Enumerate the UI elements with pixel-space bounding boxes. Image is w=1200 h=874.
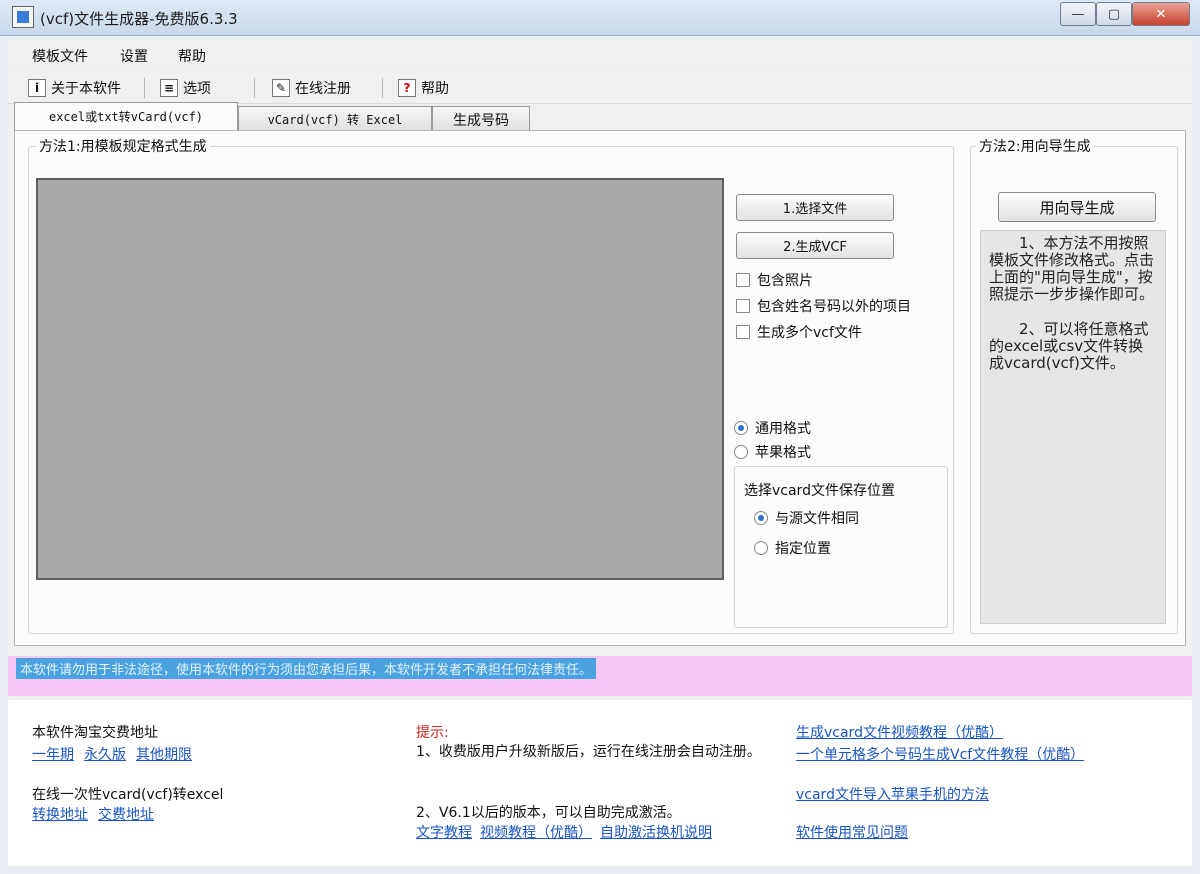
tab-vcard-to-excel[interactable]: vCard(vcf) 转 Excel (238, 106, 432, 132)
tips-links: 文字教程 视频教程（优酷） 自助激活换机说明 (416, 822, 712, 842)
wizard-hint-1: 1、本方法不用按照模板文件修改格式。点击上面的"用向导生成"，按照提示一步步操作… (989, 234, 1155, 303)
faq-link[interactable]: 软件使用常见问题 (796, 822, 908, 842)
wizard-button[interactable]: 用向导生成 (998, 192, 1156, 222)
method1-title: 方法1:用模板规定格式生成 (36, 136, 210, 156)
format-general-label: 通用格式 (755, 421, 811, 437)
about-button[interactable]: i 关于本软件 (28, 78, 121, 98)
format-apple-radio[interactable]: 苹果格式 (734, 442, 811, 462)
save-same-label: 与源文件相同 (775, 511, 859, 527)
app-icon (12, 6, 34, 28)
format-apple-label: 苹果格式 (755, 445, 811, 461)
radio-selected (754, 511, 768, 525)
toolbar-separator (382, 78, 383, 98)
tips-line-2: 2、V6.1以后的版本，可以自助完成激活。 (416, 805, 681, 821)
online-links: 转换地址 交费地址 (32, 804, 154, 824)
tips-line-1: 1、收费版用户升级新版后，运行在线注册会自动注册。 (416, 744, 761, 760)
options-button[interactable]: ≡ 选项 (160, 78, 211, 98)
include-extra-fields-label: 包含姓名号码以外的项目 (757, 299, 911, 315)
tab-excel-to-vcard[interactable]: excel或txt转vCard(vcf) (14, 102, 238, 130)
radio-unselected (754, 541, 768, 555)
toolbar-separator (254, 78, 255, 98)
disclaimer-text: 本软件请勿用于非法途径，使用本软件的行为须由您承担后果，本软件开发者不承担任何法… (16, 658, 597, 679)
generate-vcf-button[interactable]: 2.生成VCF (736, 232, 894, 259)
menu-settings[interactable]: 设置 (120, 46, 148, 66)
help-icon: ? (398, 79, 416, 97)
help-label: 帮助 (421, 81, 449, 97)
tips-title: 提示: (416, 725, 449, 741)
radio-unselected (734, 445, 748, 459)
menu-help[interactable]: 帮助 (178, 46, 206, 66)
save-custom-label: 指定位置 (775, 541, 831, 557)
taobao-links: 一年期 永久版 其他期限 (32, 744, 192, 764)
checkbox-box (736, 299, 750, 313)
multiple-vcf-label: 生成多个vcf文件 (757, 325, 862, 341)
register-button[interactable]: ✎ 在线注册 (272, 78, 351, 98)
convert-address-link[interactable]: 转换地址 (32, 804, 88, 824)
about-label: 关于本软件 (51, 81, 121, 97)
options-label: 选项 (183, 81, 211, 97)
include-extra-fields-checkbox[interactable]: 包含姓名号码以外的项目 (736, 296, 911, 316)
toolbar: i 关于本软件 ≡ 选项 ✎ 在线注册 ? 帮助 (8, 70, 1192, 104)
radio-selected (734, 421, 748, 435)
include-photo-checkbox[interactable]: 包含照片 (736, 270, 813, 290)
one-year-link[interactable]: 一年期 (32, 744, 74, 764)
online-convert-label: 在线一次性vcard(vcf)转excel (32, 787, 224, 803)
title-bar: (vcf)文件生成器-免费版6.3.3 — ▢ ✕ (0, 0, 1200, 36)
menu-bar: 模板文件 设置 帮助 (8, 40, 1192, 68)
help-button[interactable]: ? 帮助 (398, 78, 449, 98)
save-location-title: 选择vcard文件保存位置 (744, 483, 895, 499)
iphone-import-link[interactable]: vcard文件导入苹果手机的方法 (796, 784, 989, 804)
wizard-hint-box: 1、本方法不用按照模板文件修改格式。点击上面的"用向导生成"，按照提示一步步操作… (980, 230, 1166, 624)
window-title: (vcf)文件生成器-免费版6.3.3 (40, 10, 238, 28)
method2-title: 方法2:用向导生成 (976, 136, 1094, 156)
minimize-button[interactable]: — (1060, 2, 1096, 26)
multi-number-tutorial-link[interactable]: 一个单元格多个号码生成Vcf文件教程（优酷） (796, 744, 1084, 764)
close-button[interactable]: ✕ (1132, 2, 1190, 26)
maximize-button[interactable]: ▢ (1096, 2, 1132, 26)
include-photo-label: 包含照片 (757, 273, 813, 289)
pay-address-link[interactable]: 交费地址 (98, 804, 154, 824)
register-icon: ✎ (272, 79, 290, 97)
tab-generate-numbers[interactable]: 生成号码 (432, 106, 530, 132)
menu-template-file[interactable]: 模板文件 (32, 46, 88, 66)
register-label: 在线注册 (295, 81, 351, 97)
options-icon: ≡ (160, 79, 178, 97)
save-same-radio[interactable]: 与源文件相同 (754, 508, 859, 528)
data-preview-area[interactable] (36, 178, 724, 580)
save-custom-radio[interactable]: 指定位置 (754, 538, 831, 558)
video-tutorial-link[interactable]: 视频教程（优酷） (480, 822, 592, 842)
wizard-hint-2: 2、可以将任意格式的excel或csv文件转换成vcard(vcf)文件。 (989, 320, 1149, 372)
checkbox-box (736, 325, 750, 339)
multiple-vcf-checkbox[interactable]: 生成多个vcf文件 (736, 322, 862, 342)
toolbar-separator (144, 78, 145, 98)
checkbox-box (736, 273, 750, 287)
activation-guide-link[interactable]: 自助激活换机说明 (600, 822, 712, 842)
select-file-button[interactable]: 1.选择文件 (736, 194, 894, 221)
other-term-link[interactable]: 其他期限 (136, 744, 192, 764)
permanent-link[interactable]: 永久版 (84, 744, 126, 764)
notice-bar: 本软件请勿用于非法途径，使用本软件的行为须由您承担后果，本软件开发者不承担任何法… (8, 656, 1192, 696)
text-tutorial-link[interactable]: 文字教程 (416, 822, 472, 842)
format-general-radio[interactable]: 通用格式 (734, 418, 811, 438)
vcard-video-tutorial-link[interactable]: 生成vcard文件视频教程（优酷） (796, 722, 1003, 742)
taobao-label: 本软件淘宝交费地址 (32, 725, 158, 741)
info-icon: i (28, 79, 46, 97)
